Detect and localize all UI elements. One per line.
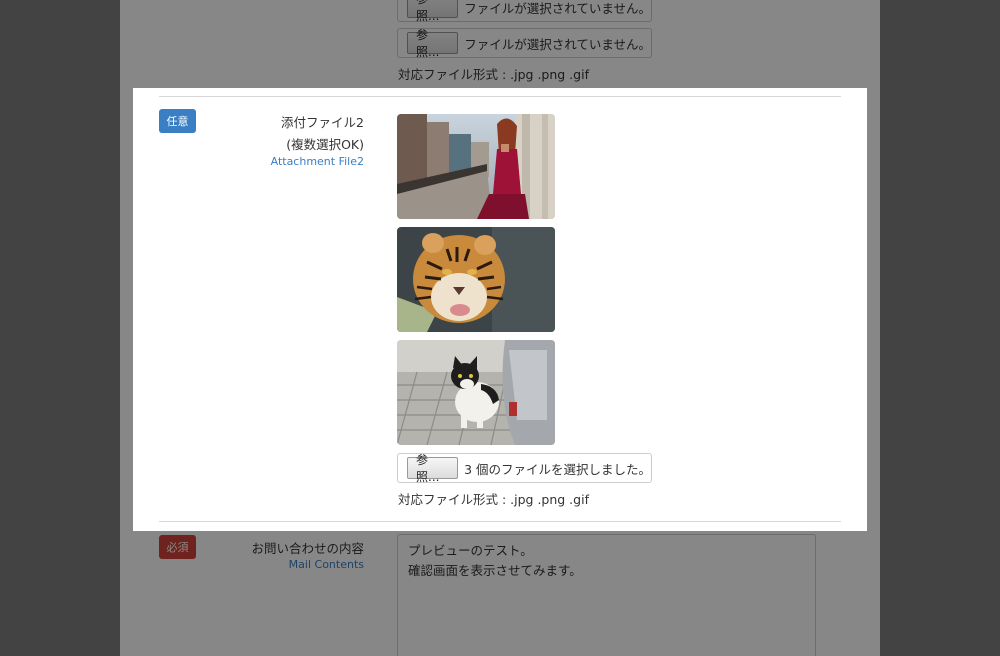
photo-cat-icon	[397, 340, 555, 445]
photo-woman-icon	[397, 114, 555, 219]
attachment-formats-text: 対応ファイル形式 : .jpg .png .gif	[398, 492, 589, 507]
attachment-file-input[interactable]: 参照... 3 個のファイルを選択しました。	[397, 453, 652, 484]
attachment-label-sub: (複数選択OK)	[286, 137, 364, 152]
attachment-browse-button[interactable]: 参照...	[407, 453, 459, 484]
attachment-label-group: 添付ファイル2 (複数選択OK) Attachment File2	[164, 112, 364, 172]
photo-tiger-icon	[397, 227, 555, 332]
attachment-label-jp: 添付ファイル2	[281, 115, 364, 130]
attachment-label-en: Attachment File2	[270, 155, 364, 168]
divider-top	[159, 96, 841, 97]
attachment-file-status: 3 個のファイルを選択しました。	[464, 461, 651, 477]
divider-bottom	[159, 521, 841, 522]
attachment-section: 任意 添付ファイル2 (複数選択OK) Attachment File2 参照.…	[133, 88, 867, 531]
